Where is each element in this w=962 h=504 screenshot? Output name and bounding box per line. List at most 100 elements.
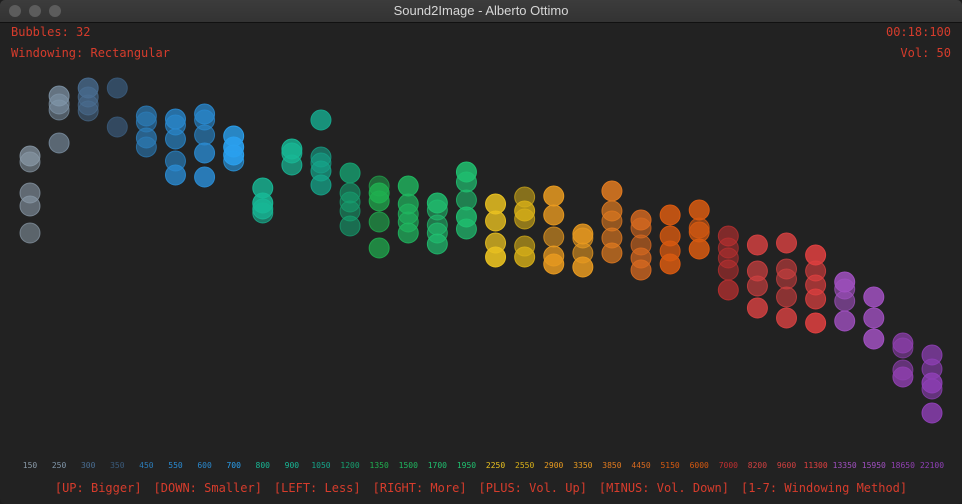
bubble (717, 247, 739, 269)
bubble (106, 116, 128, 138)
frequency-label: 700 (226, 461, 241, 470)
bubble-column-8200 (746, 234, 768, 319)
frequency-label: 6000 (690, 461, 709, 470)
bubble-column-3350 (572, 223, 594, 278)
bubble (921, 378, 943, 400)
frequency-label: 1350 (370, 461, 389, 470)
bubble-column-6000 (688, 199, 710, 260)
bubble (834, 310, 856, 332)
bubble-column-350 (106, 77, 128, 138)
frequency-label: 900 (285, 461, 300, 470)
bubble (659, 204, 681, 226)
bubble (863, 286, 885, 308)
frequency-label: 1500 (399, 461, 418, 470)
bubble (485, 246, 507, 268)
bubble (106, 77, 128, 99)
help-item: [UP: Bigger] (54, 481, 142, 495)
bubble (310, 109, 332, 131)
bubble (746, 234, 768, 256)
bubble-column-450 (135, 105, 157, 158)
title-bar[interactable]: Sound2Image - Alberto Ottimo (0, 0, 962, 23)
bubble-column-1700 (426, 192, 448, 255)
frequency-label: 3350 (573, 461, 592, 470)
frequency-label: 2550 (515, 461, 534, 470)
bubble-column-1350 (368, 175, 390, 259)
bubble-column-1500 (397, 175, 419, 244)
bubble (659, 253, 681, 275)
bubble (776, 286, 798, 308)
bubble (892, 337, 914, 359)
bubble-column-22100 (921, 344, 943, 424)
bubble (397, 222, 419, 244)
bubble-column-13350 (834, 271, 856, 332)
bubble (630, 259, 652, 281)
frequency-label: 5150 (660, 461, 679, 470)
bubble-column-250 (48, 85, 70, 154)
bubble (252, 202, 274, 224)
bubble (688, 217, 710, 239)
bubble (368, 190, 390, 212)
bubble-column-5150 (659, 204, 681, 275)
bubble (485, 210, 507, 232)
bubble (19, 151, 41, 173)
bubble (746, 275, 768, 297)
bubble-column-1200 (339, 162, 361, 237)
bubble (135, 136, 157, 158)
frequency-label: 8200 (748, 461, 767, 470)
bubble-column-900 (281, 138, 303, 176)
help-item: [RIGHT: More] (372, 481, 467, 495)
bubble (776, 268, 798, 290)
frequency-label: 150 (23, 461, 38, 470)
bubble (455, 218, 477, 240)
keyboard-help: [UP: Bigger] [DOWN: Smaller] [LEFT: Less] [… (0, 481, 962, 495)
bubble (921, 402, 943, 424)
bubble (543, 204, 565, 226)
bubble-column-1050 (310, 109, 332, 196)
frequency-label: 4450 (631, 461, 650, 470)
bubble (164, 164, 186, 186)
frequency-label: 550 (168, 461, 183, 470)
bubble (339, 162, 361, 184)
frequency-label: 600 (197, 461, 212, 470)
bubble (543, 185, 565, 207)
bubble-column-700 (223, 125, 245, 172)
bubble (339, 215, 361, 237)
frequency-label: 18650 (891, 461, 915, 470)
bubble (19, 195, 41, 217)
bubble (543, 226, 565, 248)
bubble-column-300 (77, 77, 99, 122)
bubble-column-800 (252, 177, 274, 224)
bubble (77, 100, 99, 122)
frequency-label: 1950 (457, 461, 476, 470)
bubble (368, 211, 390, 233)
bubble (194, 166, 216, 188)
help-item: [LEFT: Less] (273, 481, 361, 495)
bubble-column-15950 (863, 286, 885, 350)
bubble-column-600 (194, 103, 216, 188)
bubble (514, 208, 536, 230)
frequency-label: 1200 (340, 461, 359, 470)
bubble (281, 154, 303, 176)
help-item: [DOWN: Smaller] (153, 481, 262, 495)
bubble (514, 246, 536, 268)
frequency-label: 3850 (602, 461, 621, 470)
bubble-column-2250 (485, 193, 507, 268)
frequency-label: 7000 (719, 461, 738, 470)
help-item: [MINUS: Vol. Down] (598, 481, 729, 495)
bubble (601, 180, 623, 202)
frequency-label: 15950 (862, 461, 886, 470)
bubble (892, 366, 914, 388)
bubble-column-150 (19, 145, 41, 244)
frequency-label: 11300 (804, 461, 828, 470)
bubble (397, 175, 419, 197)
bubble (426, 233, 448, 255)
bubble (746, 297, 768, 319)
frequency-label: 2900 (544, 461, 563, 470)
bubble (48, 99, 70, 121)
bubble (776, 232, 798, 254)
bubble-column-11300 (805, 244, 827, 334)
help-item: [1-7: Windowing Method] (740, 481, 908, 495)
bubble (688, 238, 710, 260)
bubble (223, 150, 245, 172)
bubble (48, 132, 70, 154)
